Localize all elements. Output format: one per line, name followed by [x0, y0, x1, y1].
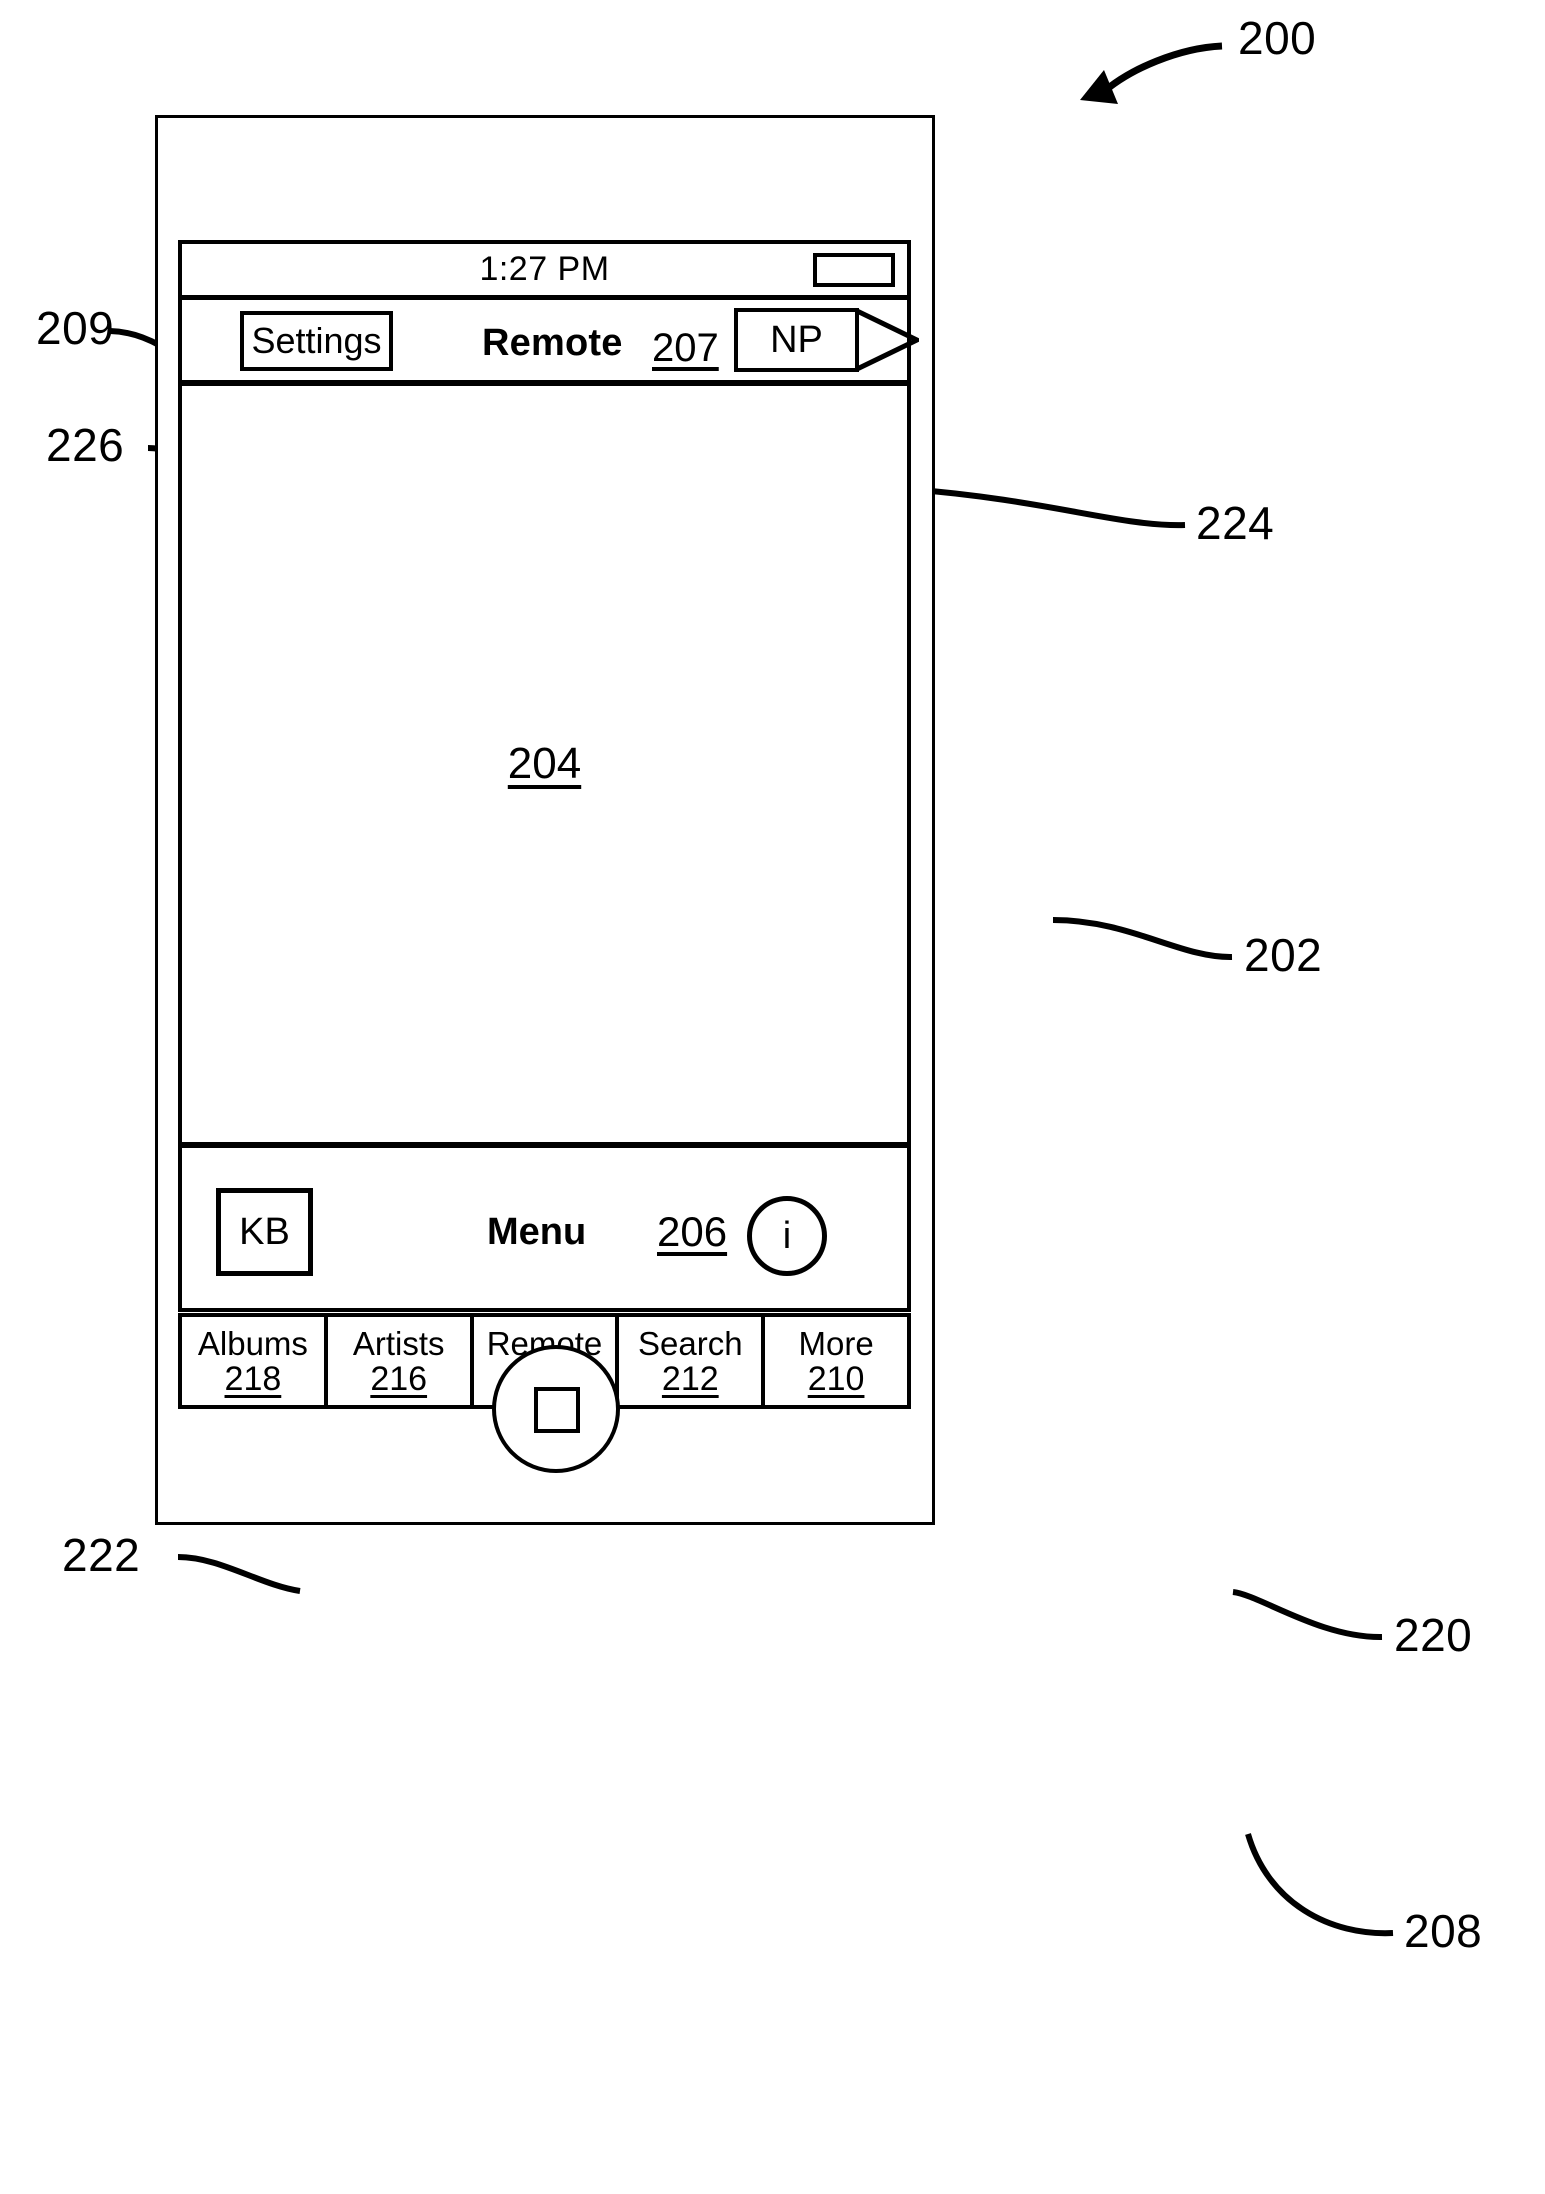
- patent-figure: 200 209 226 224 202 222 220 208 1:27 PM …: [0, 0, 1545, 2194]
- tab-albums-label: Albums: [197, 1324, 308, 1362]
- settings-button-label: Settings: [251, 320, 382, 361]
- rounded-square-icon: [534, 1387, 580, 1433]
- keyboard-button[interactable]: KB: [216, 1188, 313, 1276]
- menu-bar-title: Menu: [487, 1211, 587, 1253]
- callout-208-label: 208: [1404, 1905, 1483, 1957]
- callout-202-label: 202: [1244, 929, 1323, 981]
- home-button[interactable]: [492, 1345, 620, 1473]
- callout-220-label: 220: [1394, 1609, 1473, 1661]
- callout-207-label: 207: [652, 326, 719, 370]
- keyboard-button-label: KB: [239, 1210, 290, 1253]
- callout-212-label: 212: [661, 1359, 719, 1398]
- callout-210-label: 210: [807, 1359, 865, 1398]
- tab-artists-label: Artists: [352, 1324, 445, 1362]
- callout-200-arrow: [1080, 42, 1223, 104]
- triangle-right-icon: [855, 308, 919, 372]
- callout-218-label: 218: [224, 1359, 282, 1398]
- callout-206-label: 206: [657, 1208, 728, 1255]
- tab-albums[interactable]: Albums 218: [182, 1317, 328, 1405]
- callout-209-label: 209: [36, 302, 115, 354]
- now-playing-button-label: NP: [770, 318, 823, 361]
- content-area[interactable]: 204: [182, 386, 907, 1148]
- navigation-bar: Settings Remote 207 NP: [182, 300, 919, 386]
- battery-icon: [813, 253, 895, 287]
- callout-226-label: 226: [46, 419, 125, 471]
- tab-artists[interactable]: Artists 216: [327, 1317, 474, 1405]
- status-bar: 1:27 PM: [182, 244, 907, 300]
- info-button-label: i: [782, 1214, 792, 1257]
- callout-220-leader: [1232, 1589, 1383, 1641]
- callout-224-label: 224: [1196, 497, 1275, 549]
- callout-200-label: 200: [1238, 12, 1317, 64]
- tab-search-label: Search: [638, 1324, 743, 1362]
- callout-222-leader: [177, 1554, 301, 1594]
- info-icon[interactable]: i: [747, 1196, 827, 1276]
- tab-more[interactable]: More 210: [765, 1317, 907, 1405]
- callout-208-leader: [1245, 1833, 1394, 1937]
- tab-more-label: More: [798, 1324, 874, 1362]
- now-playing-button[interactable]: NP: [734, 308, 859, 372]
- menu-bar: KB Menu 206 i: [182, 1148, 907, 1308]
- callout-204-label: 204: [507, 739, 582, 788]
- callout-216-label: 216: [370, 1359, 428, 1398]
- callout-224-leader: [907, 486, 1186, 529]
- tab-search[interactable]: Search 212: [619, 1317, 766, 1405]
- callout-202-leader: [1052, 917, 1233, 961]
- status-bar-time: 1:27 PM: [479, 250, 610, 288]
- device-screen: 1:27 PM Settings Remote 207 NP 204 KB Me…: [178, 240, 919, 1312]
- navigation-bar-title: Remote: [482, 322, 623, 364]
- settings-button[interactable]: Settings: [240, 311, 393, 371]
- callout-222-label: 222: [62, 1529, 141, 1581]
